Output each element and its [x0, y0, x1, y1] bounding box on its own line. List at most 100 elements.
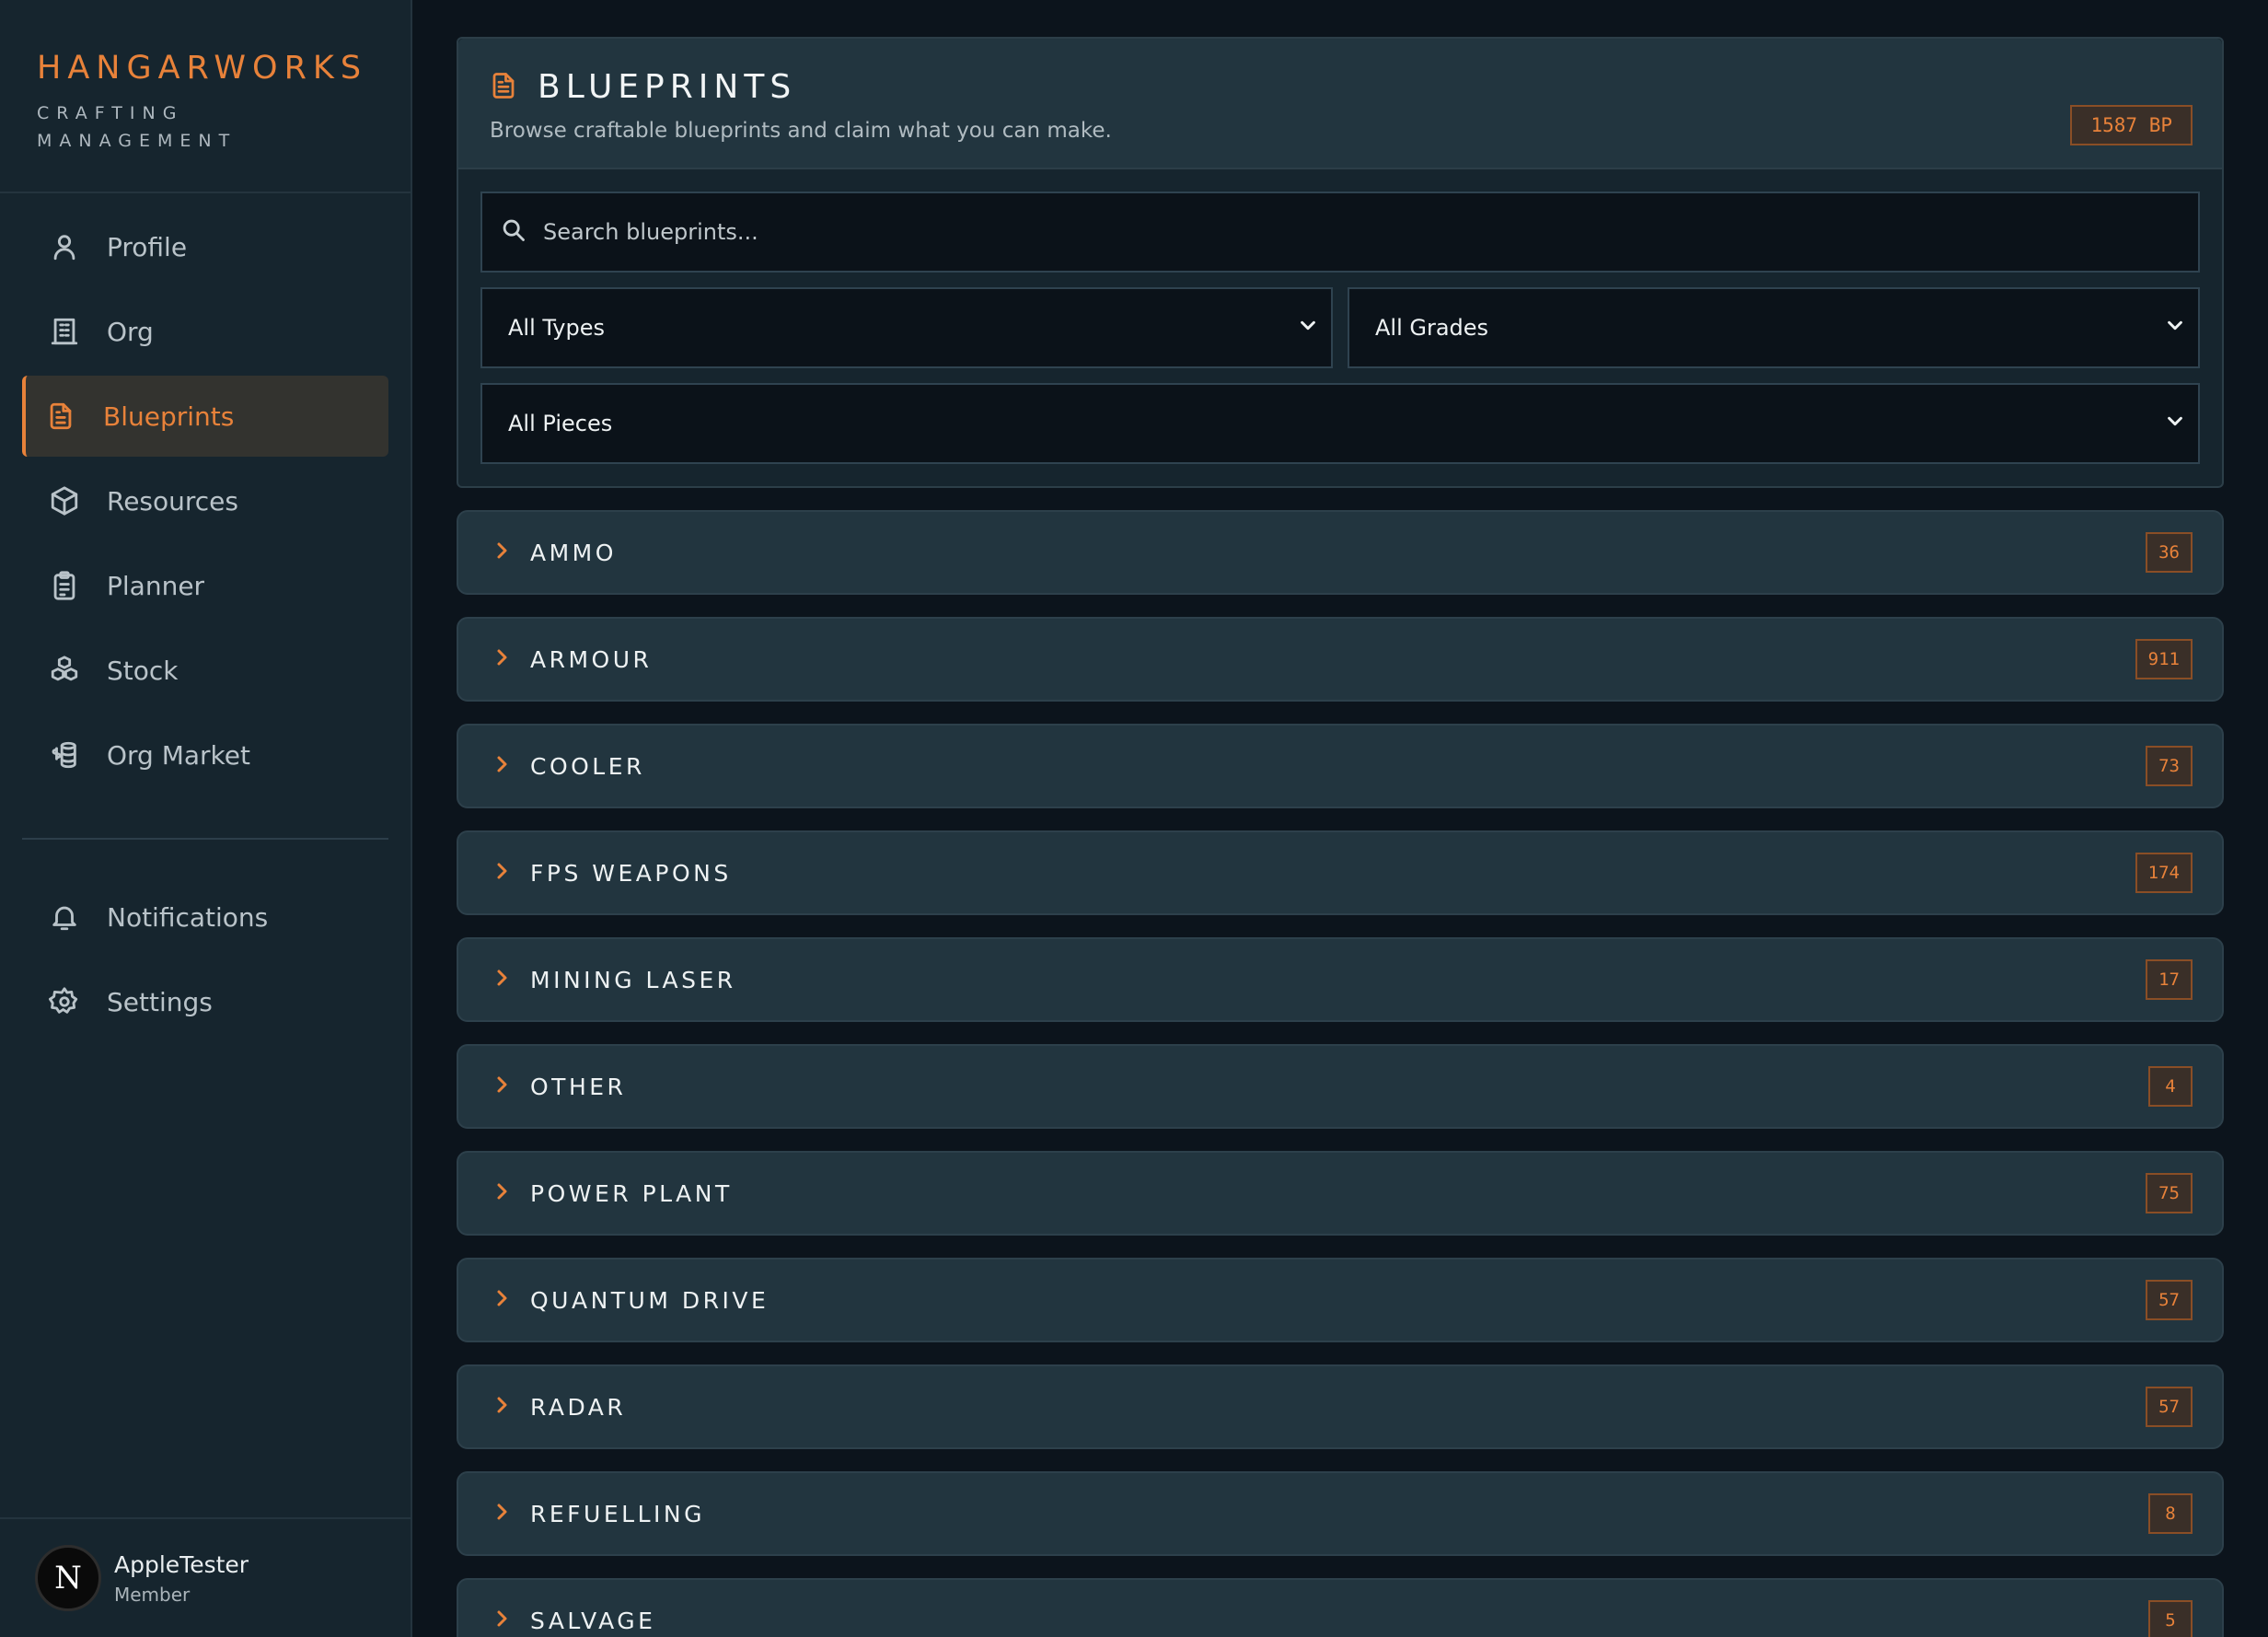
- sidebar-item-label: Blueprints: [103, 401, 235, 432]
- sidebar-item-blueprints[interactable]: Blueprints: [22, 376, 388, 457]
- sidebar-item-label: Org Market: [107, 739, 250, 771]
- chevron-right-icon: [493, 969, 510, 991]
- category-label: AMMO: [530, 539, 617, 566]
- category-count-badge: 57: [2146, 1280, 2193, 1320]
- sidebar-item-org[interactable]: Org: [22, 291, 388, 372]
- category-label: ARMOUR: [530, 645, 653, 673]
- boxes-icon: [48, 654, 81, 687]
- category-count-badge: 174: [2135, 853, 2193, 893]
- category-row-cooler[interactable]: COOLER 73: [457, 724, 2224, 808]
- chevron-down-icon: [2165, 411, 2185, 436]
- filters-area: All Types All Grades All Pieces: [458, 169, 2222, 486]
- sidebar-item-stock[interactable]: Stock: [22, 630, 388, 711]
- brand-subtitle: CRAFTING MANAGEMENT: [37, 103, 237, 151]
- building-icon: [48, 315, 81, 348]
- category-label: FPS WEAPONS: [530, 859, 732, 887]
- category-list: AMMO 36 ARMOUR 911 COOLER 73 FPS WEAPONS…: [457, 510, 2224, 1637]
- category-row-power-plant[interactable]: POWER PLANT 75: [457, 1151, 2224, 1236]
- gear-icon: [48, 985, 81, 1018]
- category-label: SALVAGE: [530, 1607, 656, 1634]
- sidebar: HANGARWORKS CRAFTING MANAGEMENT Profile …: [0, 0, 412, 1637]
- search-box[interactable]: [480, 192, 2200, 273]
- sidebar-item-label: Planner: [107, 570, 205, 601]
- category-label: COOLER: [530, 752, 645, 780]
- brand: HANGARWORKS CRAFTING MANAGEMENT: [0, 0, 411, 193]
- category-label: RADAR: [530, 1393, 627, 1421]
- sidebar-item-label: Resources: [107, 485, 238, 517]
- brand-title: HANGARWORKS: [37, 50, 368, 87]
- category-row-refuelling[interactable]: REFUELLING 8: [457, 1471, 2224, 1556]
- category-count-badge: 17: [2146, 959, 2193, 1000]
- category-label: OTHER: [530, 1073, 627, 1100]
- category-count-badge: 75: [2146, 1173, 2193, 1213]
- chevron-right-icon: [493, 755, 510, 777]
- chevron-right-icon: [493, 1609, 510, 1631]
- category-label: QUANTUM DRIVE: [530, 1286, 770, 1314]
- search-input[interactable]: [543, 219, 2108, 245]
- avatar: N: [35, 1545, 101, 1611]
- chevron-right-icon: [493, 1075, 510, 1097]
- category-row-fps-weapons[interactable]: FPS WEAPONS 174: [457, 830, 2224, 915]
- page-subtitle: Browse craftable blueprints and claim wh…: [490, 119, 1112, 143]
- search-icon: [501, 217, 526, 247]
- category-row-quantum-drive[interactable]: QUANTUM DRIVE 57: [457, 1258, 2224, 1342]
- clipboard-icon: [48, 569, 81, 602]
- sidebar-item-profile[interactable]: Profile: [22, 206, 388, 287]
- chevron-right-icon: [493, 1289, 510, 1311]
- category-row-other[interactable]: OTHER 4: [457, 1044, 2224, 1129]
- category-count-badge: 4: [2148, 1066, 2193, 1107]
- sidebar-item-label: Settings: [107, 986, 213, 1017]
- chevron-right-icon: [493, 1503, 510, 1525]
- chevron-right-icon: [493, 541, 510, 563]
- category-count-badge: 57: [2146, 1387, 2193, 1427]
- sidebar-item-label: Profile: [107, 231, 188, 262]
- piece-filter-value: All Pieces: [508, 411, 613, 436]
- category-count-badge: 36: [2146, 532, 2193, 573]
- sidebar-item-label: Stock: [107, 655, 179, 686]
- piece-filter-select[interactable]: All Pieces: [480, 383, 2200, 464]
- cube-icon: [48, 484, 81, 517]
- panel-header: BLUEPRINTS Browse craftable blueprints a…: [458, 39, 2222, 169]
- category-row-salvage[interactable]: SALVAGE 5: [457, 1578, 2224, 1637]
- sidebar-item-notifications[interactable]: Notifications: [22, 877, 388, 958]
- blueprint-count-badge: 1587 BP: [2070, 105, 2193, 145]
- sidebar-item-planner[interactable]: Planner: [22, 545, 388, 626]
- user-name: AppleTester: [114, 1550, 249, 1578]
- category-label: POWER PLANT: [530, 1179, 733, 1207]
- user-role: Member: [114, 1583, 191, 1606]
- category-row-armour[interactable]: ARMOUR 911: [457, 617, 2224, 702]
- user-card[interactable]: N AppleTester Member: [0, 1517, 411, 1637]
- category-row-mining-laser[interactable]: MINING LASER 17: [457, 937, 2224, 1022]
- sidebar-item-resources[interactable]: Resources: [22, 460, 388, 541]
- type-filter-select[interactable]: All Types: [480, 287, 1333, 368]
- chevron-right-icon: [493, 648, 510, 670]
- category-label: MINING LASER: [530, 966, 736, 993]
- chevron-right-icon: [493, 1396, 510, 1418]
- category-count-badge: 5: [2148, 1600, 2193, 1637]
- chevron-right-icon: [493, 1182, 510, 1204]
- sidebar-item-label: Org: [107, 316, 154, 347]
- sidebar-item-org-market[interactable]: Org Market: [22, 714, 388, 795]
- sidebar-item-settings[interactable]: Settings: [22, 961, 388, 1042]
- chevron-right-icon: [493, 862, 510, 884]
- document-icon: [490, 70, 517, 105]
- page-title: BLUEPRINTS: [538, 68, 797, 106]
- main-content: BLUEPRINTS Browse craftable blueprints a…: [412, 0, 2268, 1637]
- bell-icon: [48, 900, 81, 934]
- category-count-badge: 73: [2146, 746, 2193, 786]
- category-label: REFUELLING: [530, 1500, 705, 1527]
- category-row-radar[interactable]: RADAR 57: [457, 1364, 2224, 1449]
- document-icon: [44, 400, 77, 433]
- chevron-down-icon: [2165, 315, 2185, 341]
- coins-icon: [48, 738, 81, 772]
- sidebar-item-label: Notifications: [107, 901, 269, 933]
- category-count-badge: 911: [2135, 639, 2193, 679]
- grade-filter-select[interactable]: All Grades: [1348, 287, 2200, 368]
- nav-divider: [22, 838, 388, 840]
- category-row-ammo[interactable]: AMMO 36: [457, 510, 2224, 595]
- blueprints-panel: BLUEPRINTS Browse craftable blueprints a…: [457, 37, 2224, 488]
- type-filter-value: All Types: [508, 315, 606, 341]
- category-count-badge: 8: [2148, 1493, 2193, 1534]
- grade-filter-value: All Grades: [1375, 315, 1489, 341]
- user-icon: [48, 230, 81, 263]
